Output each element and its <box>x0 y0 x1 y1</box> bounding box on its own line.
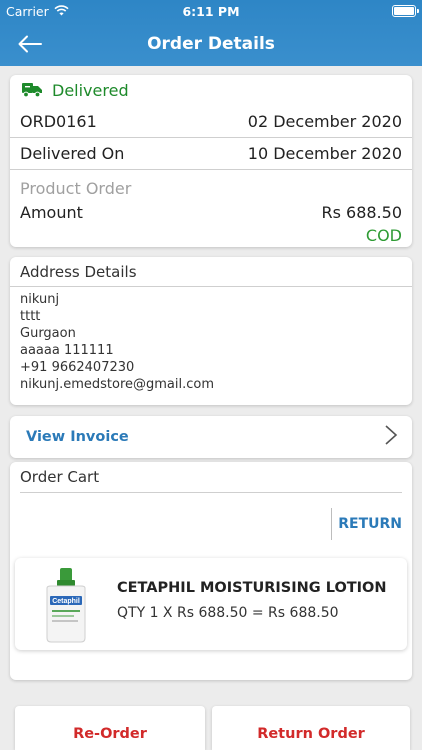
return-order-button[interactable]: Return Order <box>212 706 410 750</box>
delivered-on-row: Delivered On 10 December 2020 <box>10 138 412 170</box>
payment-method: COD <box>365 225 402 245</box>
cart-title: Order Cart <box>20 468 100 486</box>
status-time: 6:11 PM <box>182 3 240 19</box>
amount-row: Amount Rs 688.50 <box>10 201 412 223</box>
amount-value: Rs 688.50 <box>321 202 402 222</box>
address-phone: +91 9662407230 <box>20 360 135 375</box>
view-invoice-button[interactable]: View Invoice <box>10 416 412 458</box>
reorder-button[interactable]: Re-Order <box>15 706 205 750</box>
return-button[interactable]: RETURN <box>331 508 402 540</box>
delivered-on-date: 10 December 2020 <box>247 144 402 163</box>
payment-row: COD <box>10 223 412 247</box>
product-name: CETAPHIL MOISTURISING LOTION <box>117 580 387 596</box>
chevron-right-icon <box>384 424 398 450</box>
order-summary-card: Delivered ORD0161 02 December 2020 Deliv… <box>10 75 412 247</box>
cart-divider <box>20 492 402 493</box>
address-card: Address Details nikunj tttt Gurgaon aaaa… <box>10 257 412 405</box>
address-line-2: aaaaa 111111 <box>20 343 114 358</box>
product-image-brand: Cetaphil <box>52 598 80 605</box>
address-lines: nikunj tttt Gurgaon aaaaa 111111 +91 966… <box>10 287 412 393</box>
product-image: Cetaphil <box>33 566 99 644</box>
battery-icon <box>392 5 419 17</box>
address-title: Address Details <box>10 257 412 287</box>
address-email: nikunj.emedstore@gmail.com <box>20 377 214 392</box>
status-label: Delivered <box>52 81 129 100</box>
address-name: nikunj <box>20 292 60 307</box>
product-qty-price: QTY 1 X Rs 688.50 = Rs 688.50 <box>117 605 339 621</box>
order-id: ORD0161 <box>20 112 97 131</box>
page-title: Order Details <box>147 34 275 54</box>
app-header: Carrier 6:11 PM Order Details <box>0 0 422 66</box>
order-date: 02 December 2020 <box>247 112 402 131</box>
delivery-status: Delivered <box>10 75 412 106</box>
delivery-truck-icon <box>20 79 44 103</box>
cart-item[interactable]: Cetaphil CETAPHIL MOISTURISING LOTION QT… <box>15 558 407 650</box>
arrow-left-icon[interactable] <box>18 30 48 58</box>
address-city: Gurgaon <box>20 326 76 341</box>
amount-label: Amount <box>20 202 83 222</box>
order-cart-card: Order Cart RETURN Cetaphil CETAPHIL MOIS… <box>10 462 412 680</box>
address-line-1: tttt <box>20 309 41 324</box>
view-invoice-label: View Invoice <box>26 429 129 445</box>
nav-bar: Order Details <box>0 22 422 66</box>
delivered-on-label: Delivered On <box>20 144 125 163</box>
product-order-row: Product Order <box>10 170 412 201</box>
status-bar: Carrier 6:11 PM <box>0 0 422 22</box>
product-order-label: Product Order <box>20 179 132 198</box>
order-id-row: ORD0161 02 December 2020 <box>10 106 412 138</box>
